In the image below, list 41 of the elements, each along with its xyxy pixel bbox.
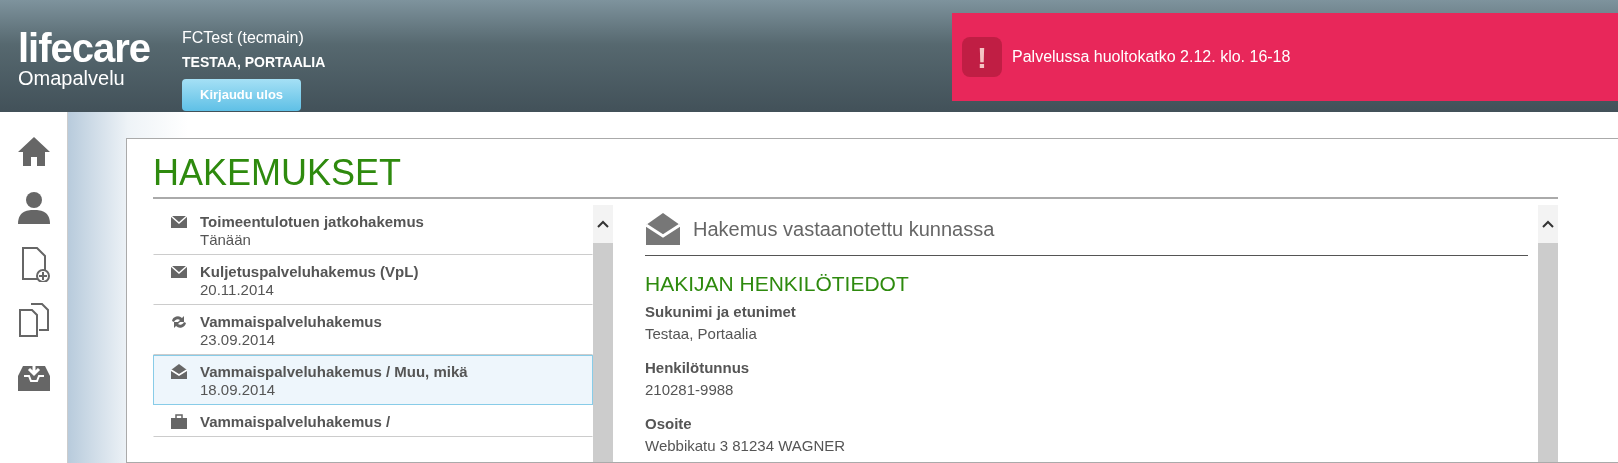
field-label: Osoite: [645, 413, 693, 434]
open-envelope-icon: [170, 363, 188, 381]
application-item[interactable]: Toimeentulotuen jatkohakemus Tänään: [153, 205, 593, 255]
scroll-up-button[interactable]: [593, 205, 613, 243]
scroll-up-button[interactable]: [1538, 205, 1558, 243]
user-fullname: TESTAA, PORTAALIA: [182, 53, 326, 72]
section-title: HAKIJAN HENKILÖTIEDOT: [645, 271, 910, 297]
application-date: 18.09.2014: [200, 381, 277, 399]
field-value: Testaa, Portaalia: [645, 324, 758, 344]
open-envelope-icon: [645, 211, 681, 247]
application-title: Vammaispalveluhakemus: [200, 312, 382, 331]
application-date: Tänään: [200, 231, 252, 249]
field-label: Sukunimi ja etunimet: [645, 301, 797, 322]
briefcase-icon: [170, 413, 188, 431]
exchange-icon: [170, 313, 188, 331]
application-title: Vammaispalveluhakemus / Muu, mikä: [200, 362, 468, 381]
application-title: Toimeentulotuen jatkohakemus: [200, 212, 424, 231]
field-label: Henkilötunnus: [645, 357, 751, 378]
envelope-icon: [170, 213, 188, 231]
person-icon[interactable]: [15, 190, 52, 226]
user-name: FCTest (tecmain): [182, 28, 305, 48]
application-date: 20.11.2014: [200, 281, 275, 299]
field-value: 210281-9988: [645, 380, 735, 400]
application-item[interactable]: Kuljetuspalveluhakemus (VpL) 20.11.2014: [153, 255, 593, 305]
application-date: 23.09.2014: [200, 331, 277, 349]
status-text: Hakemus vastaanotettu kunnassa: [693, 217, 995, 242]
chevron-up-icon: [596, 219, 610, 229]
envelope-icon: [170, 263, 188, 281]
scrollbar[interactable]: [1538, 205, 1558, 462]
application-item[interactable]: Vammaispalveluhakemus /: [153, 405, 593, 437]
application-title: Kuljetuspalveluhakemus (VpL): [200, 262, 419, 281]
scrollbar[interactable]: [593, 205, 613, 462]
application-title: Vammaispalveluhakemus /: [200, 412, 391, 431]
page-title: HAKEMUKSET: [153, 155, 1558, 199]
notice-text: Palvelussa huoltokatko 2.12. klo. 16-18: [1012, 47, 1291, 67]
logo-subtitle: Omapalvelu: [18, 68, 126, 88]
chevron-up-icon: [1541, 219, 1555, 229]
logo-title: lifecare: [18, 28, 152, 68]
warning-icon: !: [962, 37, 1002, 77]
application-item[interactable]: Vammaispalveluhakemus / Muu, mikä 18.09.2014: [153, 355, 593, 405]
field-value: Webbikatu 3 81234 WAGNER: [645, 436, 847, 456]
